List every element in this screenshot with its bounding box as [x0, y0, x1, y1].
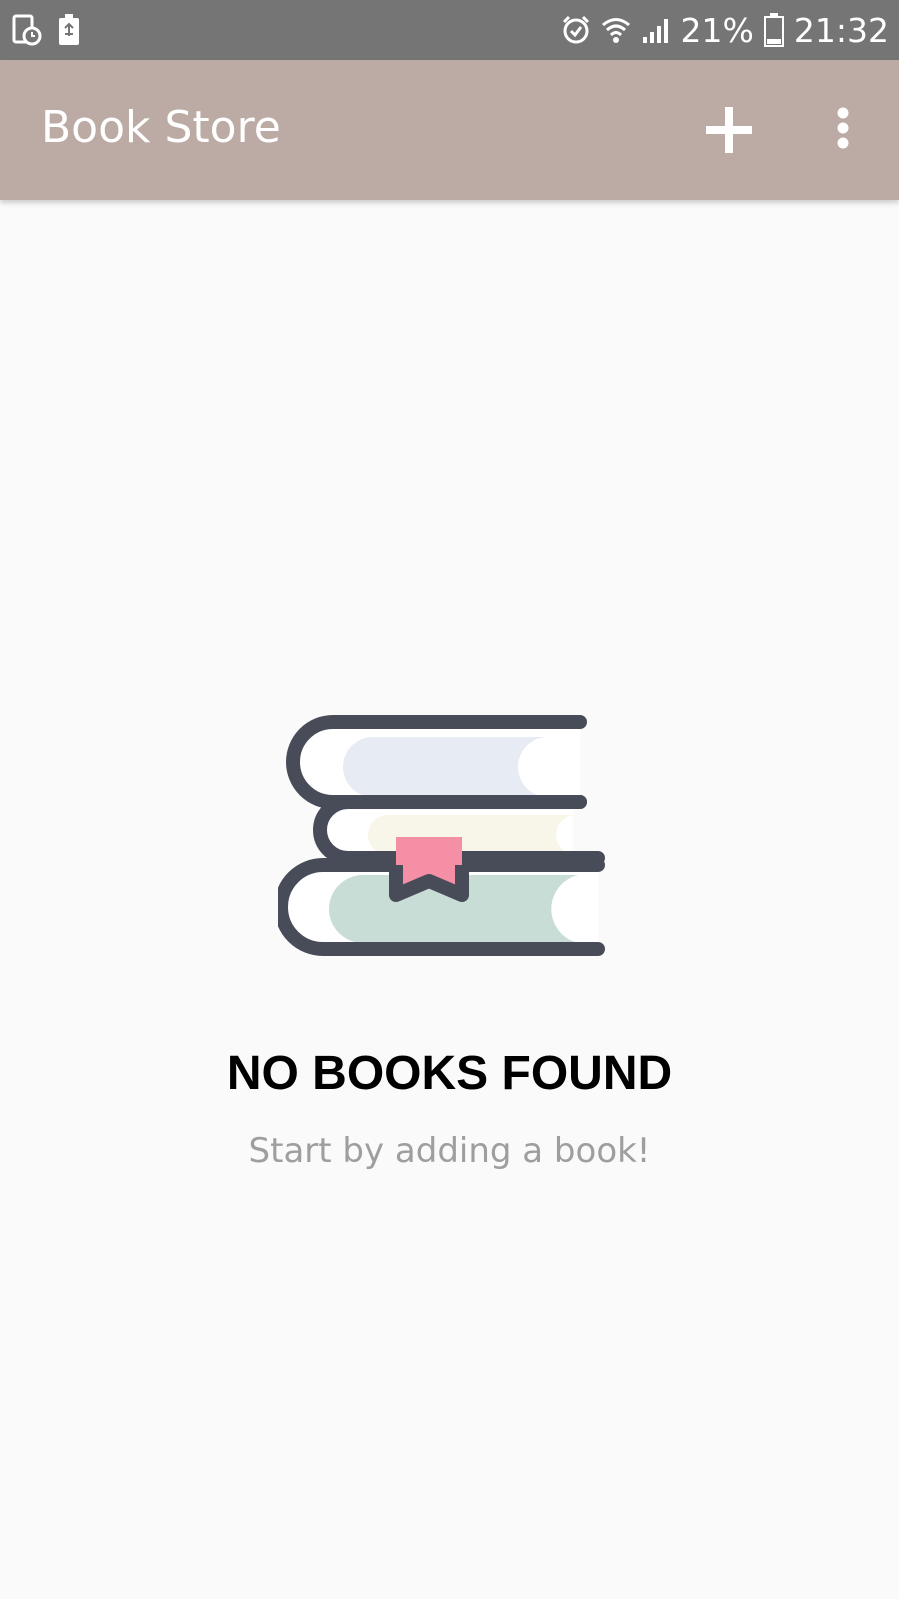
clock: 21:32	[793, 10, 889, 50]
books-stack-icon	[278, 715, 605, 956]
empty-state-subtitle: Start by adding a book!	[248, 1131, 651, 1171]
app-bar: Book Store	[0, 60, 899, 200]
app-title: Book Store	[41, 102, 281, 153]
battery-icon	[763, 13, 784, 47]
signal-icon	[641, 15, 671, 45]
add-book-button[interactable]	[700, 100, 760, 160]
battery-percent: 21%	[680, 10, 754, 50]
recycle-notification-icon	[58, 14, 80, 46]
wifi-icon	[601, 15, 631, 45]
status-bar: 21% 21:32	[0, 0, 899, 60]
screen-timer-icon	[12, 14, 42, 46]
empty-state-title: NO BOOKS FOUND	[226, 1047, 673, 1100]
overflow-menu-button[interactable]	[818, 100, 868, 160]
add-icon	[706, 107, 752, 153]
overflow-menu-icon	[837, 107, 849, 149]
alarm-icon	[561, 15, 591, 45]
